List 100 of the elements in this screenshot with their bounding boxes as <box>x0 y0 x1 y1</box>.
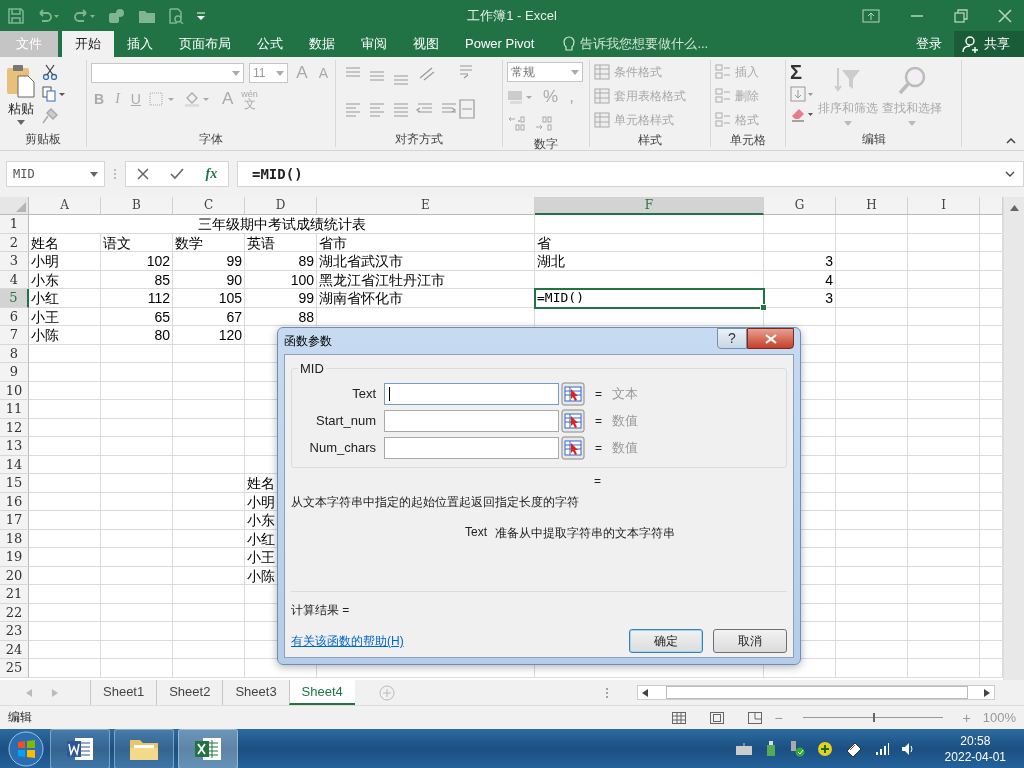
vertical-scrollbar[interactable] <box>1003 197 1024 680</box>
row-header[interactable]: 1 <box>0 215 29 234</box>
column-header[interactable]: C <box>173 197 245 215</box>
row-header[interactable]: 3 <box>0 252 29 271</box>
normal-view-icon[interactable] <box>672 711 687 724</box>
page-layout-icon[interactable] <box>710 711 725 724</box>
column-header[interactable]: B <box>101 197 173 215</box>
column-header[interactable]: I <box>908 197 980 215</box>
eraser-icon[interactable] <box>790 106 814 122</box>
sheet-tab[interactable]: Sheet1 <box>90 680 157 705</box>
slider-thumb[interactable] <box>872 713 875 722</box>
cancel-icon[interactable] <box>136 168 149 180</box>
page-break-icon[interactable] <box>748 711 763 724</box>
font-name-field[interactable] <box>91 63 244 83</box>
undo-icon[interactable] <box>36 7 60 24</box>
paste-button[interactable]: 粘贴 <box>4 62 38 129</box>
network-device-icon[interactable] <box>844 741 863 757</box>
help-button[interactable]: ? <box>717 328 747 349</box>
column-header[interactable]: H <box>836 197 908 215</box>
drag-handle-icon[interactable] <box>113 168 117 180</box>
ribbon-tab[interactable]: 审阅 <box>348 31 400 57</box>
ribbon-tab[interactable]: 页面布局 <box>166 31 244 57</box>
number-format-field[interactable]: 常规 <box>507 62 583 82</box>
ribbon-tab[interactable]: 数据 <box>296 31 348 57</box>
autosum-button[interactable]: Σ <box>790 62 814 82</box>
column-header[interactable]: D <box>245 197 317 215</box>
horizontal-scrollbar[interactable] <box>636 685 995 700</box>
row-header[interactable]: 17 <box>0 511 29 530</box>
ribbon-tab[interactable]: 插入 <box>114 31 166 57</box>
taskbar-button[interactable] <box>114 729 174 768</box>
argument-field[interactable] <box>384 436 559 459</box>
name-box[interactable]: MID <box>6 161 105 187</box>
sheet-tab[interactable]: Sheet2 <box>156 680 223 705</box>
format-painter-icon[interactable] <box>42 108 58 124</box>
save-icon[interactable] <box>8 7 24 24</box>
redo-icon[interactable] <box>72 7 96 24</box>
print-preview-icon[interactable] <box>168 7 184 24</box>
taskbar-button[interactable] <box>178 729 238 768</box>
device-check-icon[interactable] <box>788 741 805 757</box>
sign-in-link[interactable]: 登录 <box>904 31 954 57</box>
row-header[interactable]: 19 <box>0 548 29 567</box>
row-header[interactable]: 11 <box>0 400 29 419</box>
sheet-tab[interactable]: Sheet3 <box>222 680 289 705</box>
dialog-button[interactable]: 确定 <box>629 629 703 653</box>
range-select-icon[interactable] <box>561 435 585 460</box>
row-header[interactable]: 21 <box>0 585 29 604</box>
column-header[interactable]: E <box>317 197 535 215</box>
ribbon-display-icon[interactable] <box>862 8 880 23</box>
share-button[interactable]: 共享 <box>954 31 1024 57</box>
scissors-icon[interactable] <box>42 64 58 80</box>
copy-icon[interactable] <box>42 86 66 102</box>
tell-me-field[interactable]: 告诉我您想要做什么... <box>563 31 709 57</box>
argument-field[interactable] <box>384 382 559 405</box>
clock[interactable]: 20:58 2022-04-01 <box>944 733 1006 765</box>
ribbon-tab[interactable]: 开始 <box>62 31 114 57</box>
column-header[interactable] <box>980 197 1003 215</box>
taskbar-button[interactable] <box>50 729 110 768</box>
row-header[interactable]: 5 <box>0 289 29 308</box>
table-cell: 99 <box>245 289 317 308</box>
usb-drive-icon[interactable] <box>764 741 777 757</box>
scroll-up-icon[interactable] <box>1009 205 1019 211</box>
scroll-right-icon[interactable] <box>983 688 990 697</box>
column-header[interactable]: G <box>764 197 836 215</box>
row-header[interactable]: 23 <box>0 622 29 641</box>
collapse-ribbon-icon[interactable] <box>1006 138 1016 144</box>
row-header[interactable]: 15 <box>0 474 29 493</box>
formula-field[interactable]: =MID() <box>237 161 1024 187</box>
row-header[interactable]: 13 <box>0 437 29 456</box>
insert-function-button[interactable]: fx <box>205 166 218 182</box>
close-icon[interactable] <box>998 8 1012 23</box>
range-select-icon[interactable] <box>561 408 585 433</box>
close-button[interactable] <box>747 328 794 349</box>
touch-mode-icon[interactable] <box>108 7 126 24</box>
restore-icon[interactable] <box>954 8 968 23</box>
row-header[interactable]: 7 <box>0 326 29 345</box>
fill-down-icon[interactable] <box>790 86 814 102</box>
keyboard-icon[interactable] <box>734 742 753 756</box>
speaker-icon[interactable] <box>900 742 915 756</box>
customize-caret-icon[interactable] <box>196 10 206 21</box>
table-cell <box>101 381 173 400</box>
start-button-icon[interactable] <box>6 729 46 768</box>
scroll-left-icon[interactable] <box>641 688 648 697</box>
row-header[interactable]: 9 <box>0 363 29 382</box>
ribbon-tab[interactable]: 公式 <box>244 31 296 57</box>
splitter-icon[interactable] <box>604 686 609 699</box>
table-cell <box>101 566 173 585</box>
plus-circle-icon[interactable] <box>816 741 833 757</box>
row-header[interactable]: 25 <box>0 659 29 678</box>
checkmark-icon[interactable] <box>170 168 185 180</box>
ribbon-tab[interactable]: Power Pivot <box>452 31 548 57</box>
sheet-tab[interactable]: Sheet4 <box>288 680 355 705</box>
signal-icon[interactable] <box>874 742 889 756</box>
dialog-button[interactable]: 取消 <box>713 629 787 653</box>
range-select-icon[interactable] <box>561 381 585 406</box>
argument-field[interactable] <box>384 409 559 432</box>
help-link[interactable]: 有关该函数的帮助(H) <box>291 632 404 650</box>
ribbon-tab[interactable]: 视图 <box>400 31 452 57</box>
column-header[interactable]: F <box>535 197 764 215</box>
expand-icon[interactable] <box>1005 171 1015 177</box>
column-header[interactable]: A <box>29 197 101 215</box>
